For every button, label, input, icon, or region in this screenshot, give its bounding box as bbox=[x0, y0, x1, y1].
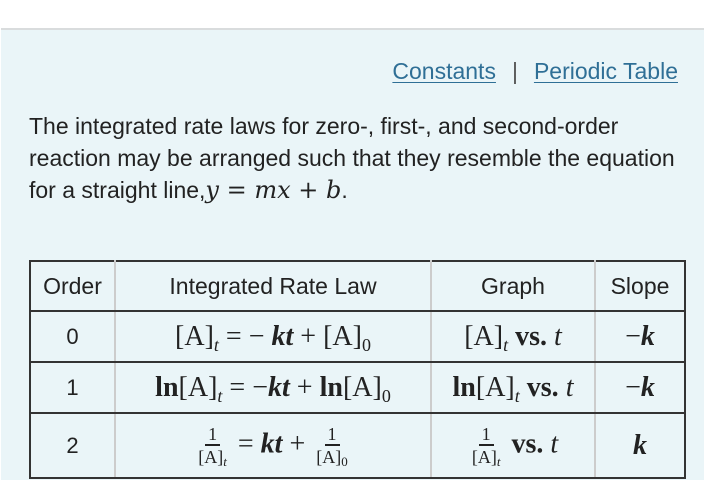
slope-cell: k bbox=[594, 412, 686, 479]
table-row: 2 1 [A]t = kt + 1 [A]0 1 [A]t vs. t k bbox=[29, 412, 686, 479]
graph-cell: ln[A]t vs. t bbox=[430, 361, 596, 414]
resource-links: Constants | Periodic Table bbox=[392, 58, 678, 85]
intro-paragraph: The integrated rate laws for zero-, firs… bbox=[29, 113, 675, 204]
constants-link[interactable]: Constants bbox=[392, 58, 496, 84]
order-cell: 0 bbox=[29, 310, 116, 363]
table-header-row: Order Integrated Rate Law Graph Slope bbox=[29, 260, 686, 312]
fraction: 1 [A]t bbox=[198, 423, 227, 469]
header-rate-law: Integrated Rate Law bbox=[114, 260, 432, 312]
header-graph: Graph bbox=[430, 260, 596, 312]
fraction: 1 [A]0 bbox=[316, 423, 348, 469]
order-cell: 1 bbox=[29, 361, 116, 414]
rate-law-table: Order Integrated Rate Law Graph Slope 0 … bbox=[29, 260, 686, 479]
order-cell: 2 bbox=[29, 412, 116, 479]
rate-law-cell: ln[A]t = −kt + ln[A]0 bbox=[114, 361, 432, 414]
table-row: 0 [A]t = − kt + [A]0 [A]t vs. t −k bbox=[29, 310, 686, 363]
graph-cell: 1 [A]t vs. t bbox=[430, 412, 596, 479]
link-separator: | bbox=[511, 58, 518, 84]
slope-cell: −k bbox=[594, 310, 686, 363]
table-row: 1 ln[A]t = −kt + ln[A]0 ln[A]t vs. t −k bbox=[29, 361, 686, 414]
header-slope: Slope bbox=[594, 260, 686, 312]
fraction: 1 [A]t bbox=[471, 423, 501, 469]
slope-cell: −k bbox=[594, 361, 686, 414]
header-order: Order bbox=[29, 260, 116, 312]
content-panel: Constants | Periodic Table The integrated … bbox=[1, 28, 704, 480]
intro-text: The integrated rate laws for zero-, firs… bbox=[29, 113, 675, 203]
rate-law-cell: [A]t = − kt + [A]0 bbox=[114, 310, 432, 363]
periodic-table-link[interactable]: Periodic Table bbox=[534, 58, 678, 84]
graph-cell: [A]t vs. t bbox=[430, 310, 596, 363]
rate-law-cell: 1 [A]t = kt + 1 [A]0 bbox=[114, 412, 432, 479]
line-equation: y = mx + b bbox=[205, 176, 342, 204]
